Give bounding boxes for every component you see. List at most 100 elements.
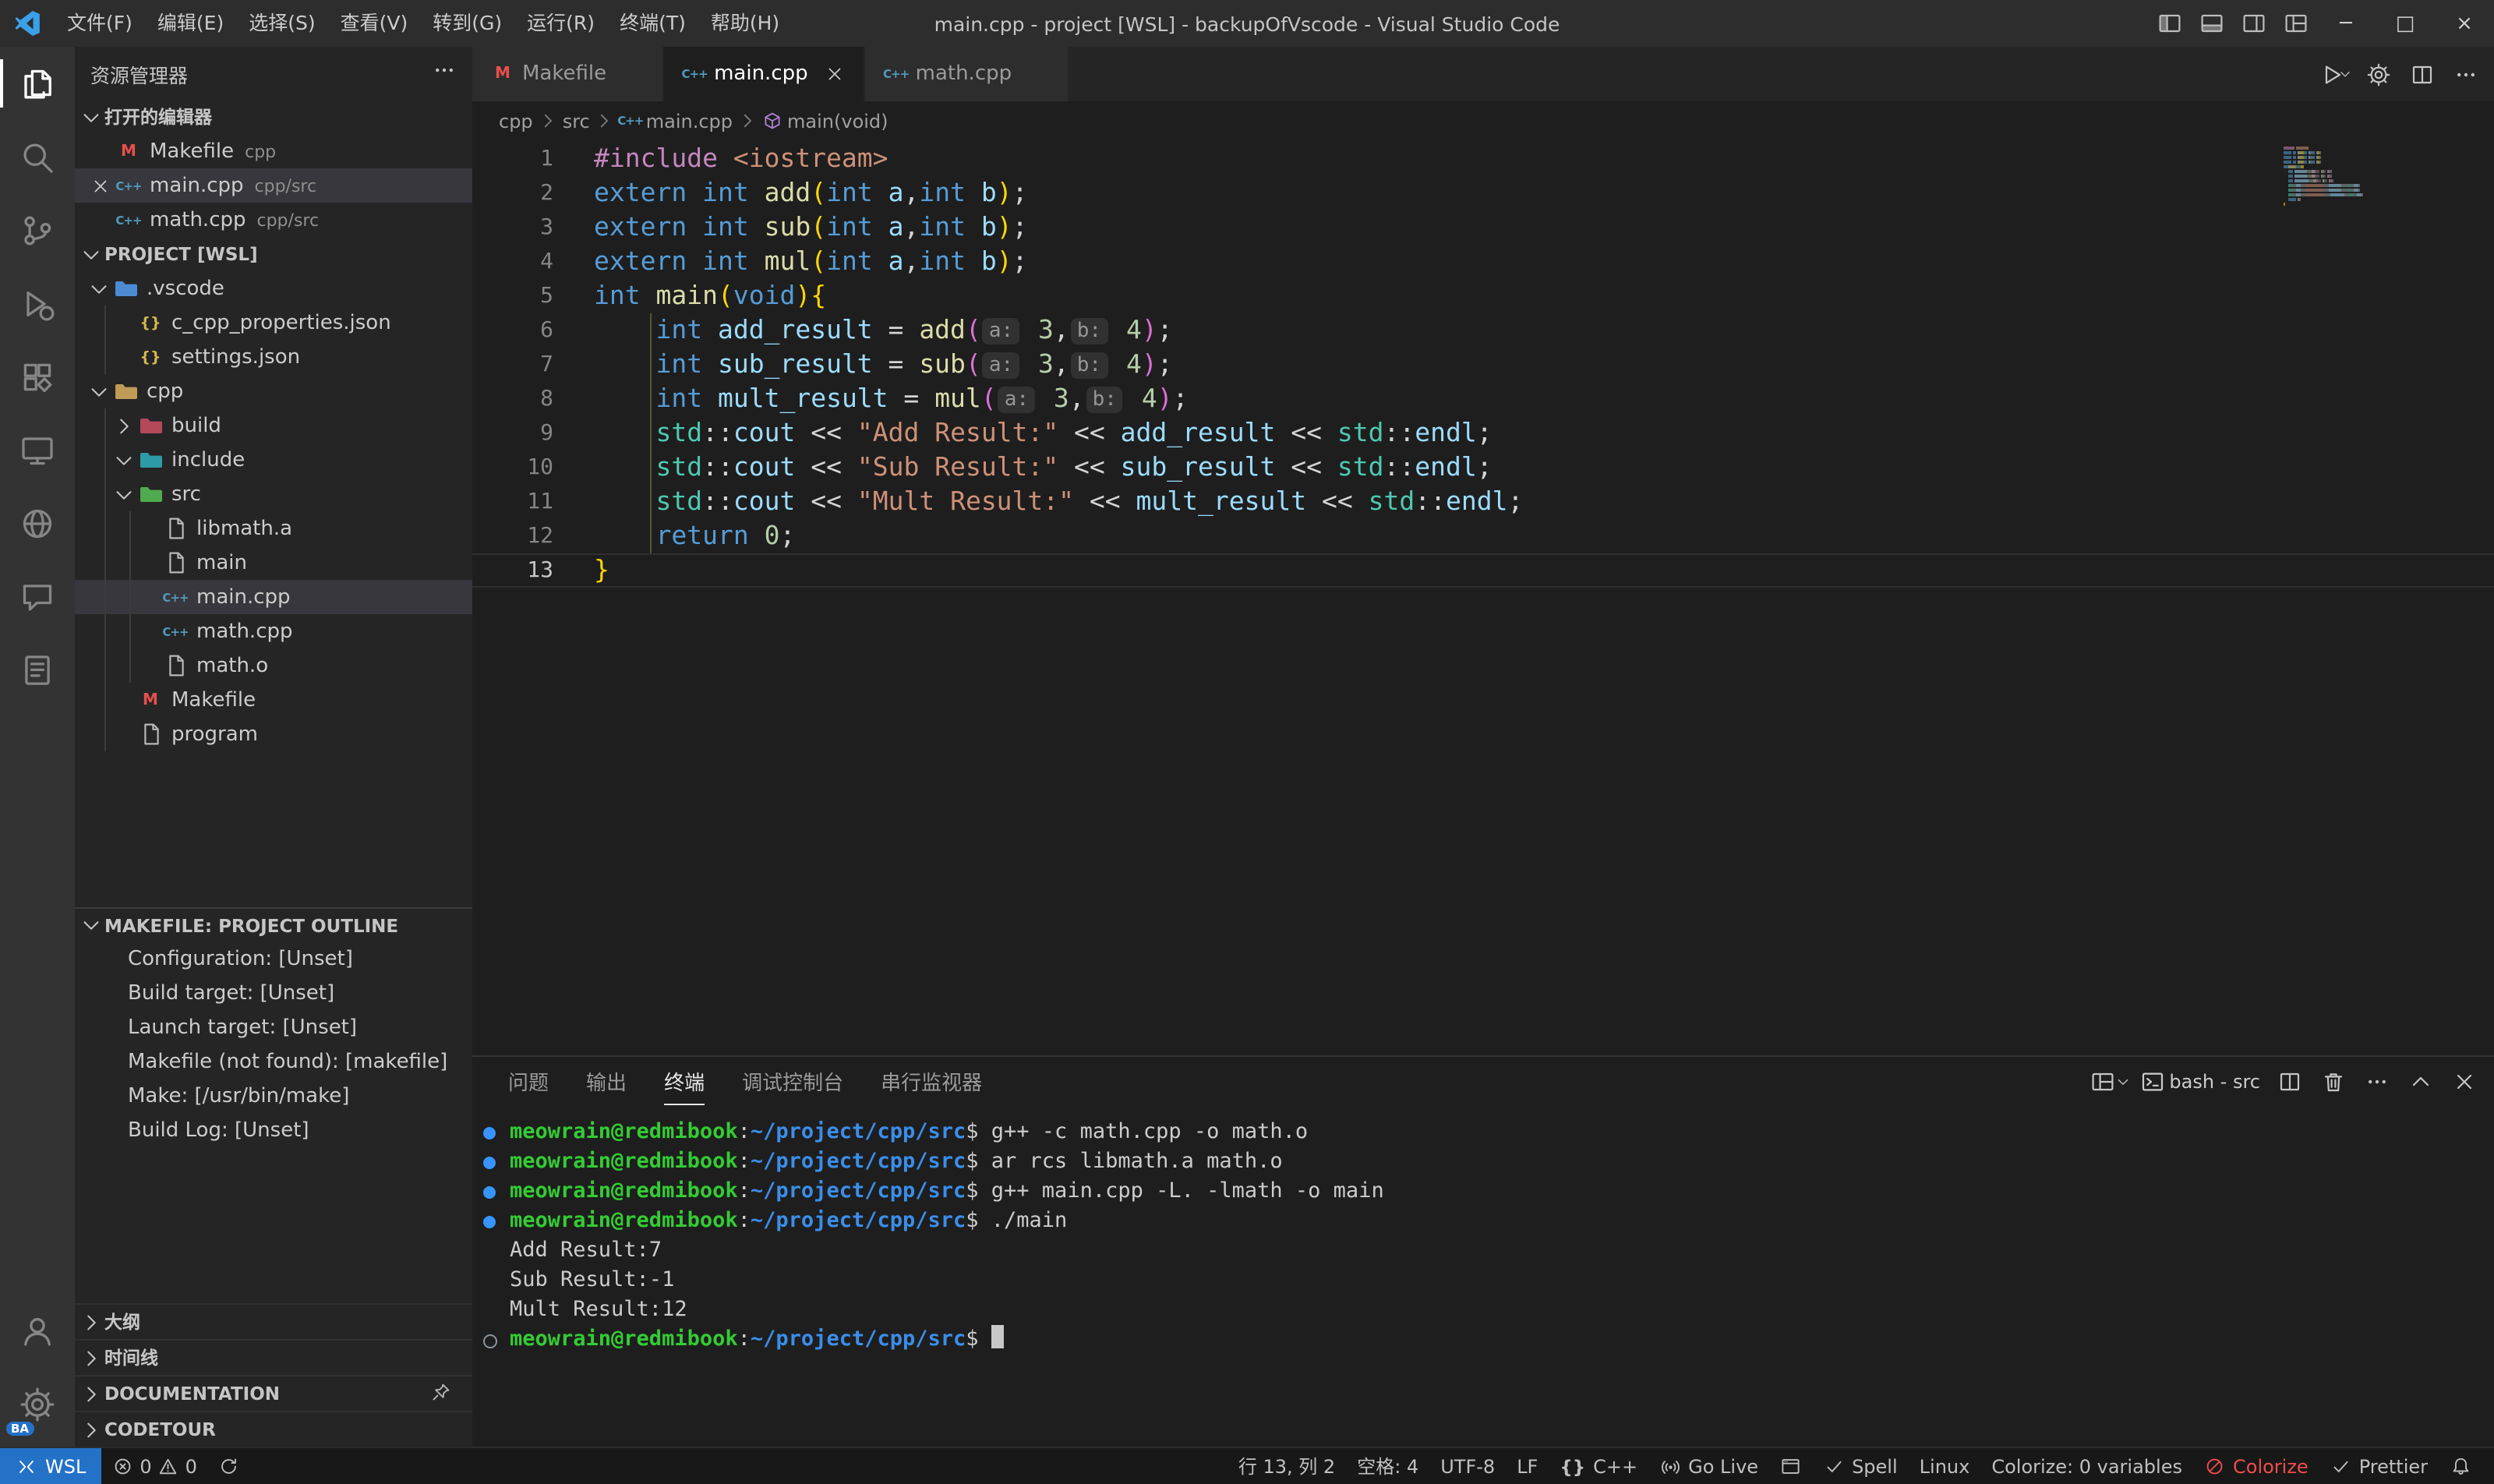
status-colorize[interactable]: Colorize — [2193, 1448, 2319, 1484]
section-codetour[interactable]: CODETOUR — [75, 1411, 472, 1447]
code-line-5[interactable]: 5int main(void){ — [472, 279, 2494, 313]
outline-item-build-target-unset[interactable]: Build target: [Unset] — [75, 977, 472, 1011]
tree-item-math-o[interactable]: math.o — [75, 648, 472, 683]
command-decoration[interactable] — [483, 1185, 496, 1198]
sidebar-more-icon[interactable] — [432, 58, 457, 89]
activity-settings[interactable]: BA — [0, 1367, 75, 1440]
editor-more-actions-icon[interactable] — [2447, 55, 2485, 93]
line-number[interactable]: 1 — [472, 142, 553, 176]
split-terminal-icon[interactable] — [2273, 1064, 2307, 1098]
code-line-3[interactable]: 3extern int sub(int a,int b); — [472, 210, 2494, 245]
status-lf[interactable]: LF — [1506, 1448, 1549, 1484]
line-number[interactable]: 10 — [472, 450, 553, 485]
menu-h[interactable]: 帮助(H) — [698, 0, 792, 47]
status-colorize-0-variables[interactable]: Colorize: 0 variables — [1980, 1448, 2193, 1484]
open-editors-header[interactable]: 打开的编辑器 — [75, 100, 472, 134]
tree-item-program[interactable]: program — [75, 717, 472, 751]
activity-scm[interactable] — [0, 193, 75, 267]
tree-item-src[interactable]: src — [75, 477, 472, 511]
activity-debug[interactable] — [0, 267, 75, 340]
breadcrumb-item-main-cpp[interactable]: C++main.cpp — [620, 108, 733, 133]
tree-item-math-cpp[interactable]: C++math.cpp — [75, 614, 472, 648]
command-decoration[interactable] — [483, 1215, 496, 1228]
code-line-4[interactable]: 4extern int mul(int a,int b); — [472, 245, 2494, 279]
status-c[interactable]: {}C++ — [1549, 1448, 1648, 1484]
menu-f[interactable]: 文件(F) — [55, 0, 145, 47]
outline-item-launch-target-unset[interactable]: Launch target: [Unset] — [75, 1011, 472, 1045]
panel-tab-item[interactable]: 调试控制台 — [742, 1057, 843, 1105]
open-editor-math-cpp[interactable]: C++math.cppcpp/src — [75, 203, 472, 237]
tree-item-cpp[interactable]: cpp — [75, 374, 472, 408]
tree-item-settings-json[interactable]: {}settings.json — [75, 340, 472, 374]
menu-e[interactable]: 编辑(E) — [145, 0, 236, 47]
breadcrumb-item-src[interactable]: src — [563, 110, 590, 132]
command-decoration[interactable] — [483, 1126, 496, 1139]
maximize-panel-icon[interactable] — [2404, 1064, 2438, 1098]
panel-tab-item[interactable]: 串行监视器 — [881, 1057, 982, 1105]
activity-extensions[interactable] — [0, 340, 75, 413]
toggle-secondary-sidebar-icon[interactable] — [2232, 0, 2274, 47]
menu-g[interactable]: 转到(G) — [420, 0, 514, 47]
tree-item-main-cpp[interactable]: C++main.cpp — [75, 580, 472, 614]
settings-gear-icon[interactable] — [2360, 55, 2397, 93]
kill-terminal-icon[interactable] — [2316, 1064, 2351, 1098]
pin-icon[interactable] — [429, 1380, 454, 1407]
section-item[interactable]: 时间线 — [75, 1339, 472, 1375]
makefile-outline-header[interactable]: MAKEFILE: PROJECT OUTLINE — [75, 908, 472, 942]
window-minimize-button[interactable]: ─ — [2316, 0, 2376, 47]
line-number[interactable]: 8 — [472, 382, 553, 416]
close-tab-icon[interactable] — [822, 62, 847, 87]
activity-explorer[interactable] — [0, 47, 75, 120]
code-line-1[interactable]: 1#include <iostream> — [472, 142, 2494, 176]
command-decoration[interactable] — [483, 1156, 496, 1168]
run-code-button[interactable] — [2316, 55, 2354, 93]
tab-makefile[interactable]: MMakefile — [472, 47, 664, 101]
tree-item-main[interactable]: main — [75, 546, 472, 580]
line-number[interactable]: 11 — [472, 485, 553, 519]
minimap[interactable] — [2284, 147, 2390, 207]
menu-v[interactable]: 查看(V) — [328, 0, 421, 47]
close-editor-icon[interactable] — [90, 175, 115, 196]
panel-more-actions-icon[interactable] — [2360, 1064, 2394, 1098]
menu-r[interactable]: 运行(R) — [514, 0, 607, 47]
section-item[interactable]: 大纲 — [75, 1303, 472, 1339]
terminal-output[interactable]: meowrain@redmibook:~/project/cpp/src$ g+… — [472, 1105, 2494, 1447]
outline-item-build-log-unset[interactable]: Build Log: [Unset] — [75, 1114, 472, 1148]
problems-status[interactable]: 0 0 — [101, 1448, 208, 1484]
activity-remote-monitor[interactable] — [0, 413, 75, 486]
project-section-header[interactable]: PROJECT [WSL] — [75, 237, 472, 271]
tab-math-cpp[interactable]: C++math.cpp — [866, 47, 1070, 101]
sync-status-icon[interactable] — [208, 1448, 251, 1484]
status-linux[interactable]: Linux — [1909, 1448, 1981, 1484]
close-panel-icon[interactable] — [2447, 1064, 2482, 1098]
panel-tab-item[interactable]: 问题 — [508, 1057, 549, 1105]
customize-layout-icon[interactable] — [2274, 0, 2316, 47]
status-utf-8[interactable]: UTF-8 — [1429, 1448, 1506, 1484]
code-line-9[interactable]: 9 std::cout << "Add Result:" << add_resu… — [472, 416, 2494, 450]
tree-item-vscode[interactable]: .vscode — [75, 271, 472, 306]
code-line-12[interactable]: 12 return 0; — [472, 519, 2494, 553]
code-line-13[interactable]: 13} — [472, 553, 2494, 588]
tree-item-libmath-a[interactable]: libmath.a — [75, 511, 472, 546]
tab-main-cpp[interactable]: C++main.cpp — [664, 47, 866, 101]
terminal-views-icon[interactable] — [2093, 1064, 2127, 1098]
command-decoration[interactable] — [483, 1334, 497, 1348]
status-prettier[interactable]: Prettier — [2319, 1448, 2439, 1484]
code-editor[interactable]: 1#include <iostream>2extern int add(int … — [472, 140, 2494, 1055]
terminal-selector[interactable]: bash - src — [2136, 1064, 2263, 1098]
activity-notes[interactable] — [0, 633, 75, 706]
activity-globe[interactable] — [0, 486, 75, 560]
code-line-7[interactable]: 7 int sub_result = sub(a: 3,b: 4); — [472, 348, 2494, 382]
tree-item-include[interactable]: include — [75, 443, 472, 477]
line-number[interactable]: 5 — [472, 279, 553, 313]
line-number[interactable]: 7 — [472, 348, 553, 382]
code-line-10[interactable]: 10 std::cout << "Sub Result:" << sub_res… — [472, 450, 2494, 485]
window-restore-button[interactable]: □ — [2376, 0, 2435, 47]
line-number[interactable]: 12 — [472, 519, 553, 553]
outline-item-configuration-unset[interactable]: Configuration: [Unset] — [75, 942, 472, 977]
line-number[interactable]: 9 — [472, 416, 553, 450]
split-editor-icon[interactable] — [2404, 55, 2441, 93]
window-close-button[interactable]: × — [2435, 0, 2494, 47]
tree-item-makefile[interactable]: MMakefile — [75, 683, 472, 717]
open-editor-makefile[interactable]: MMakefilecpp — [75, 134, 472, 168]
